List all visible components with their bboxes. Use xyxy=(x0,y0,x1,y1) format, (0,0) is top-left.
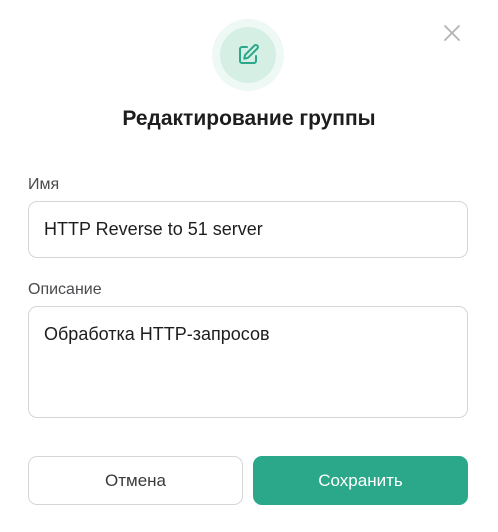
close-icon xyxy=(444,25,460,41)
description-textarea[interactable]: Обработка HTTP-запросов xyxy=(28,306,468,418)
edit-group-dialog: Редактирование группы Имя Описание Обраб… xyxy=(0,0,498,532)
edit-icon xyxy=(239,44,259,64)
description-label: Описание xyxy=(28,281,102,298)
name-label: Имя xyxy=(28,176,60,193)
dialog-icon-halo xyxy=(212,19,284,91)
name-input[interactable] xyxy=(28,201,468,258)
dialog-icon-circle xyxy=(220,27,276,83)
close-button[interactable] xyxy=(441,22,463,44)
dialog-title: Редактирование группы xyxy=(122,107,376,130)
save-button[interactable]: Сохранить xyxy=(253,456,468,505)
cancel-button[interactable]: Отмена xyxy=(28,456,243,505)
